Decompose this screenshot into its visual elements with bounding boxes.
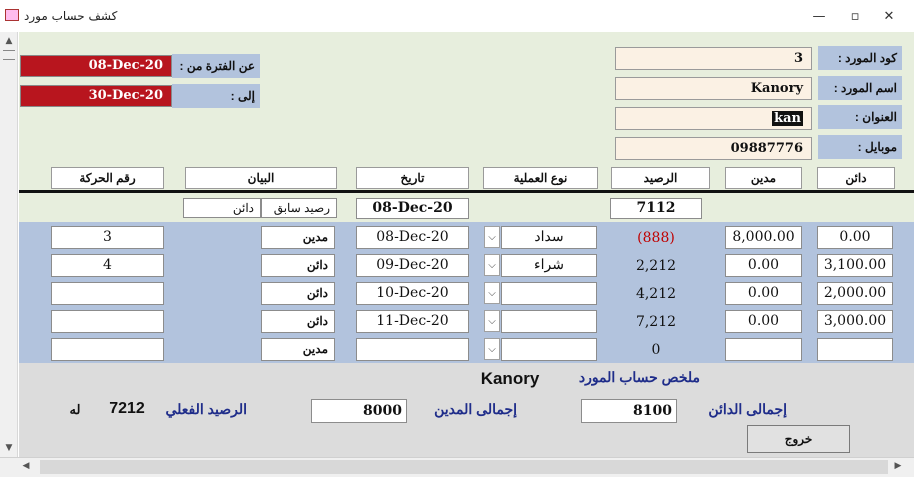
mobile-label: موبايل : (818, 135, 902, 159)
actual-balance-value: 7212 (109, 400, 145, 417)
scroll-hthumb[interactable] (40, 460, 888, 474)
header-debtor: مدين (725, 167, 802, 189)
total-debtor-label: إجمالى المدين (434, 401, 517, 417)
debtor-cell[interactable] (725, 338, 802, 361)
supplier-code-label: كود المورد : (818, 46, 902, 70)
mobile-field[interactable]: 09887776 (615, 137, 812, 160)
address-label: العنوان : (818, 105, 902, 129)
dropdown-chevron-icon[interactable]: ⌵ (484, 226, 500, 248)
date-cell[interactable]: 08-Dec-20 (356, 226, 469, 249)
actual-balance-label: الرصيد الفعلي (165, 401, 247, 417)
dropdown-chevron-icon[interactable]: ⌵ (484, 338, 500, 360)
statement-cell[interactable]: دائن (261, 254, 335, 277)
scroll-down-icon[interactable]: ▼ (3, 443, 15, 453)
period-to-label: إلى : (172, 84, 260, 108)
header-separator (19, 190, 914, 193)
summary-supplier-name: Kanory (480, 369, 540, 388)
scroll-thumb[interactable] (3, 50, 15, 60)
supplier-name-field[interactable]: Kanory (615, 77, 812, 100)
balance-side-label: له (69, 402, 81, 417)
balance-cell: 7,212 (635, 314, 677, 330)
close-button[interactable]: ✕ (878, 8, 900, 26)
debtor-cell[interactable]: 8,000.00 (725, 226, 802, 249)
movement-no-cell[interactable]: 4 (51, 254, 164, 277)
header-movement-no: رقم الحركة (51, 167, 164, 189)
app-icon (5, 9, 19, 21)
movement-no-cell[interactable] (51, 282, 164, 305)
previous-date-field[interactable]: 08-Dec-20 (356, 198, 469, 219)
scroll-up-icon[interactable]: ▲ (3, 36, 15, 46)
statement-cell[interactable]: مدين (261, 226, 335, 249)
creditor-cell[interactable]: 0.00 (817, 226, 893, 249)
op-type-cell[interactable] (501, 282, 597, 305)
creditor-cell[interactable]: 2,000.00 (817, 282, 893, 305)
movement-no-cell[interactable] (51, 338, 164, 361)
summary-title: ملخص حساب المورد (578, 369, 700, 385)
header-date: تاريخ (356, 167, 469, 189)
op-type-cell[interactable] (501, 310, 597, 333)
supplier-code-field[interactable]: 3 (615, 47, 812, 70)
address-value: kan (772, 111, 803, 126)
period-from-label: عن الفترة من : (172, 54, 260, 78)
creditor-cell[interactable] (817, 338, 893, 361)
total-creditor-label: إجمالى الدائن (708, 401, 787, 417)
debtor-cell[interactable]: 0.00 (725, 254, 802, 277)
header-op-type: نوع العملية (483, 167, 598, 189)
creditor-cell[interactable]: 3,000.00 (817, 310, 893, 333)
debtor-cell[interactable]: 0.00 (725, 282, 802, 305)
window-title: كشف حساب مورد (24, 9, 118, 23)
dropdown-chevron-icon[interactable]: ⌵ (484, 310, 500, 332)
previous-type-field[interactable]: دائن (183, 198, 261, 218)
dropdown-chevron-icon[interactable]: ⌵ (484, 282, 500, 304)
previous-balance-field[interactable]: 7112 (610, 198, 702, 219)
date-cell[interactable]: 11-Dec-20 (356, 310, 469, 333)
total-debtor-field: 8000 (311, 399, 407, 423)
period-from-field[interactable]: 08-Dec-20 (20, 55, 172, 77)
previous-label-field: رصيد سابق (261, 198, 337, 218)
balance-cell: 4,212 (635, 286, 677, 302)
statement-cell[interactable]: دائن (261, 310, 335, 333)
date-cell[interactable] (356, 338, 469, 361)
header-creditor: دائن (817, 167, 895, 189)
date-cell[interactable]: 09-Dec-20 (356, 254, 469, 277)
address-field[interactable]: kan (615, 107, 812, 130)
total-creditor-field: 8100 (581, 399, 677, 423)
scroll-right-icon[interactable]: ▶ (892, 461, 904, 471)
op-type-cell[interactable]: شراء (501, 254, 597, 277)
supplier-name-label: اسم المورد : (818, 76, 902, 100)
op-type-cell[interactable]: سداد (501, 226, 597, 249)
balance-cell: (888) (637, 230, 675, 246)
header-statement: البيان (185, 167, 337, 189)
vertical-scrollbar[interactable] (0, 32, 18, 457)
op-type-cell[interactable] (501, 338, 597, 361)
balance-cell: 2,212 (635, 258, 677, 274)
date-cell[interactable]: 10-Dec-20 (356, 282, 469, 305)
movement-no-cell[interactable]: 3 (51, 226, 164, 249)
debtor-cell[interactable]: 0.00 (725, 310, 802, 333)
balance-cell: 0 (651, 342, 661, 358)
exit-button[interactable]: خروج (747, 425, 850, 453)
header-balance: الرصيد (611, 167, 710, 189)
statement-cell[interactable]: مدين (261, 338, 335, 361)
minimize-button[interactable]: — (808, 8, 830, 26)
period-to-field[interactable]: 30-Dec-20 (20, 85, 172, 107)
dropdown-chevron-icon[interactable]: ⌵ (484, 254, 500, 276)
scroll-left-icon[interactable]: ◀ (20, 461, 32, 471)
statement-cell[interactable]: دائن (261, 282, 335, 305)
movement-no-cell[interactable] (51, 310, 164, 333)
restore-button[interactable]: ▫ (844, 8, 866, 26)
creditor-cell[interactable]: 3,100.00 (817, 254, 893, 277)
